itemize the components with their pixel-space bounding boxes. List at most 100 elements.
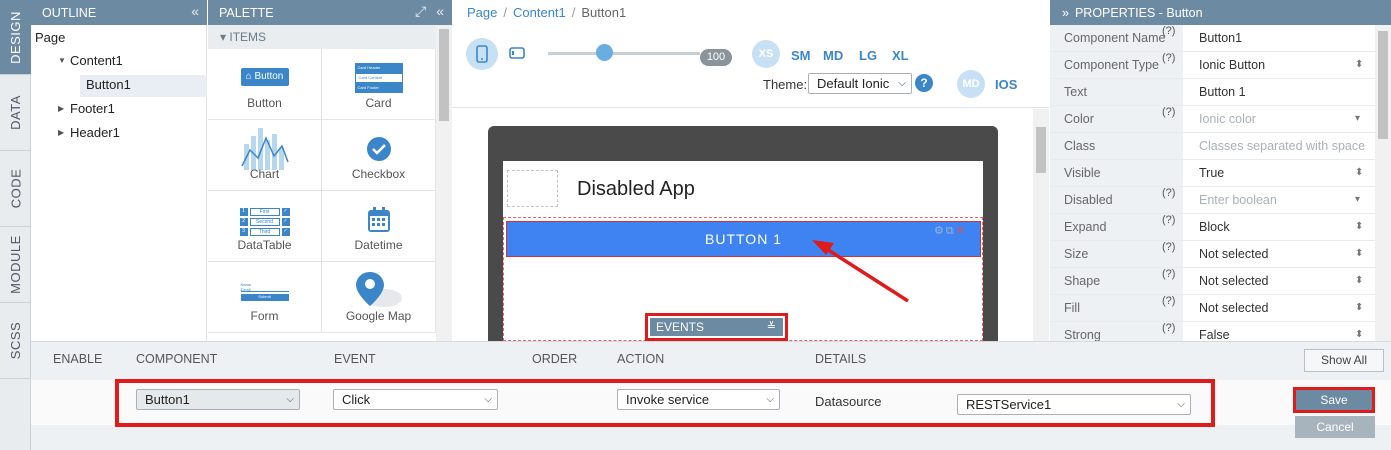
tree-item-footer1[interactable]: ▶ Footer1 xyxy=(58,98,115,120)
event-select[interactable]: Click ⌵ xyxy=(333,389,498,410)
property-value[interactable]: Enter boolean xyxy=(1199,187,1277,213)
action-select[interactable]: Invoke service ⌵ xyxy=(617,389,780,410)
property-help[interactable]: (?) xyxy=(1162,52,1175,64)
property-value[interactable]: Button 1 xyxy=(1199,79,1246,105)
property-row[interactable]: Disabled (?) Enter boolean ▾ xyxy=(1050,187,1375,214)
property-help[interactable]: (?) xyxy=(1162,25,1175,37)
palette-item-google-map[interactable]: Google Map xyxy=(322,262,436,333)
close-icon[interactable]: ✕ xyxy=(956,225,967,237)
palette-item-datetime[interactable]: Datetime xyxy=(322,191,436,262)
property-value[interactable]: Block xyxy=(1199,214,1230,240)
property-row[interactable]: Text Button 1 xyxy=(1050,79,1375,106)
expand-down-icon[interactable]: ▼ xyxy=(58,50,66,72)
collapse-left-icon[interactable]: « xyxy=(436,3,444,20)
property-help[interactable]: (?) xyxy=(1162,322,1175,334)
sort-arrows-icon[interactable]: ⬍ xyxy=(1355,241,1363,267)
palette-item-checkbox[interactable]: Checkbox xyxy=(322,120,436,191)
sort-arrows-icon[interactable]: ⬍ xyxy=(1355,52,1363,78)
breadcrumb-page-link[interactable]: Page xyxy=(467,5,497,20)
sort-arrows-icon[interactable]: ⬍ xyxy=(1355,268,1363,294)
property-value[interactable]: Ionic Button xyxy=(1199,52,1265,78)
zoom-slider-track[interactable] xyxy=(548,52,700,55)
property-help[interactable]: (?) xyxy=(1162,268,1175,280)
tree-item-content1[interactable]: ▼ Content1 xyxy=(58,50,123,72)
size-sm-button[interactable]: SM xyxy=(791,48,811,63)
gear-icon[interactable]: ⚙ xyxy=(934,225,946,237)
property-row[interactable]: Expand (?) Block ⬍ xyxy=(1050,214,1375,241)
chevron-down-icon[interactable]: ▾ xyxy=(1355,187,1360,213)
help-icon[interactable]: ? xyxy=(915,74,933,92)
palette-scrollbar[interactable] xyxy=(436,25,452,341)
property-value[interactable]: Not selected xyxy=(1199,268,1268,294)
size-xs-button[interactable]: XS xyxy=(752,40,780,68)
palette-scroll-thumb[interactable] xyxy=(439,29,449,121)
property-row[interactable]: Fill (?) Not selected ⬍ xyxy=(1050,295,1375,322)
collapse-left-icon[interactable]: « xyxy=(191,3,199,19)
size-md-button[interactable]: MD xyxy=(823,48,843,63)
component-select[interactable]: Button1 ⌵ xyxy=(136,389,300,410)
platform-ios-button[interactable]: IOS xyxy=(995,77,1017,92)
properties-scroll-thumb[interactable] xyxy=(1378,31,1388,139)
property-row[interactable]: Visible True ⬍ xyxy=(1050,160,1375,187)
tab-module[interactable]: MODULE xyxy=(0,227,31,303)
app-title[interactable]: Disabled App xyxy=(577,178,695,201)
property-value[interactable]: Classes separated with space xyxy=(1199,133,1365,159)
mobile-device-button[interactable] xyxy=(466,38,498,70)
expand-right-icon[interactable]: » xyxy=(1062,6,1069,20)
tablet-landscape-icon[interactable] xyxy=(509,47,525,59)
expand-right-icon[interactable]: ▶ xyxy=(58,98,64,120)
tab-code[interactable]: CODE xyxy=(0,151,31,227)
sort-arrows-icon[interactable]: ⬍ xyxy=(1355,160,1363,186)
tree-item-page[interactable]: Page xyxy=(35,27,65,49)
property-row[interactable]: Class Classes separated with space xyxy=(1050,133,1375,160)
property-row[interactable]: Component Type (?) Ionic Button ⬍ xyxy=(1050,52,1375,79)
property-help[interactable]: (?) xyxy=(1162,214,1175,226)
property-value[interactable]: Not selected xyxy=(1199,295,1268,321)
property-row[interactable]: Color (?) Ionic color ▾ xyxy=(1050,106,1375,133)
show-all-button[interactable]: Show All xyxy=(1304,349,1384,372)
property-help[interactable]: (?) xyxy=(1162,241,1175,253)
property-help[interactable]: (?) xyxy=(1162,187,1175,199)
palette-item-datatable[interactable]: 1 First ✓ 2 Second ✓ 3 Third ✓ DataTable xyxy=(208,191,322,262)
theme-select[interactable]: Default Ionic ⌵ xyxy=(808,73,912,94)
tab-data[interactable]: DATA xyxy=(0,75,31,151)
palette-item-card[interactable]: Card Header Card Content Card Footer Car… xyxy=(322,49,436,120)
sort-arrows-icon[interactable]: ⬍ xyxy=(1355,295,1363,321)
header-placeholder[interactable] xyxy=(507,170,558,207)
size-xl-button[interactable]: XL xyxy=(892,48,909,63)
palette-item-chart[interactable]: Chart xyxy=(208,120,322,191)
platform-md-button[interactable]: MD xyxy=(957,70,985,98)
property-value[interactable]: Ionic color xyxy=(1199,106,1256,132)
datasource-select[interactable]: RESTService1 ⌵ xyxy=(957,394,1191,415)
property-value[interactable]: Button1 xyxy=(1199,25,1242,51)
property-row[interactable]: Size (?) Not selected ⬍ xyxy=(1050,241,1375,268)
tree-item-button1[interactable]: Button1 xyxy=(86,74,131,96)
expand-arrows-icon[interactable]: ⤢ xyxy=(415,3,426,20)
events-toggle-button[interactable]: EVENTS ≚ xyxy=(650,318,783,336)
canvas-button1[interactable]: BUTTON 1 xyxy=(506,221,981,257)
tree-item-header1[interactable]: ▶ Header1 xyxy=(58,122,120,144)
property-row[interactable]: Shape (?) Not selected ⬍ xyxy=(1050,268,1375,295)
sort-arrows-icon[interactable]: ⬍ xyxy=(1355,214,1363,240)
property-help[interactable]: (?) xyxy=(1162,295,1175,307)
palette-section-items[interactable]: ▾ ITEMS xyxy=(208,25,436,49)
palette-item-button[interactable]: ⌂ Button Button xyxy=(208,49,322,120)
cancel-button[interactable]: Cancel xyxy=(1295,416,1375,438)
size-lg-button[interactable]: LG xyxy=(859,48,877,63)
property-value[interactable]: True xyxy=(1199,160,1224,186)
property-row[interactable]: Component Name (?) Button1 xyxy=(1050,25,1375,52)
tab-scss[interactable]: SCSS xyxy=(0,303,31,379)
save-button[interactable]: Save xyxy=(1296,390,1372,410)
breadcrumb-content-link[interactable]: Content1 xyxy=(513,5,566,20)
chevron-down-icon[interactable]: ▾ xyxy=(1355,106,1360,132)
property-value[interactable]: Not selected xyxy=(1199,241,1268,267)
tab-design[interactable]: DESIGN xyxy=(0,0,31,75)
canvas-scrollbar[interactable] xyxy=(1033,109,1049,341)
property-help[interactable]: (?) xyxy=(1162,106,1175,118)
expand-right-icon[interactable]: ▶ xyxy=(58,122,64,144)
canvas-scroll-thumb[interactable] xyxy=(1036,127,1046,173)
palette-item-form[interactable]: Name Email Submit Form xyxy=(208,262,322,333)
zoom-slider-handle[interactable] xyxy=(596,44,613,61)
properties-scrollbar[interactable] xyxy=(1375,25,1391,341)
copy-icon[interactable]: ⧉ xyxy=(946,225,956,237)
